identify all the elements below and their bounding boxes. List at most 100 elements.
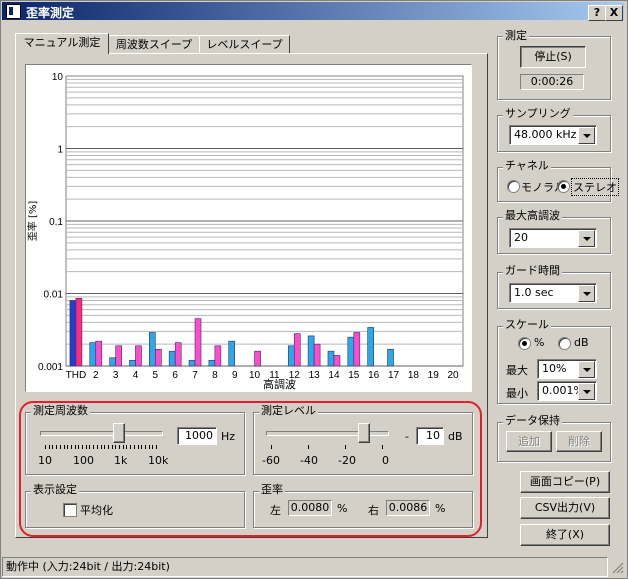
x-tick-label: 10 xyxy=(249,370,261,381)
percent-radio[interactable] xyxy=(518,337,531,350)
x-tick-label: 12 xyxy=(289,370,301,381)
bar-left-2 xyxy=(89,342,97,367)
scale-group-label: スケール xyxy=(503,318,551,331)
bar-left-14 xyxy=(327,350,335,367)
harmonics-chart: 1010.10.010.001歪率 [%]高調波THD 2 3 4 5 6 7 8 9 10 11 1… xyxy=(26,72,464,391)
chevron-down-icon[interactable] xyxy=(578,361,595,378)
copy-screen-button[interactable]: 画面コピー(P) xyxy=(520,471,610,493)
elapsed-time: 0:00:26 xyxy=(520,74,584,90)
scale-max-select[interactable]: 10% xyxy=(537,359,597,379)
y-tick-label: 0.1 xyxy=(49,217,63,228)
bar-left-4 xyxy=(129,359,136,367)
x-tick-label: 15 xyxy=(348,370,360,381)
close-button[interactable]: X xyxy=(605,5,623,21)
status-text: 動作中 (入力:24bit / 出力:24bit) xyxy=(6,560,170,573)
stereo-radio[interactable] xyxy=(557,180,570,193)
chevron-down-icon[interactable] xyxy=(578,127,595,144)
bar-left-13 xyxy=(307,335,315,367)
x-tick-label: 6 xyxy=(172,370,178,381)
bar-right-5 xyxy=(155,348,162,367)
chevron-down-icon[interactable] xyxy=(578,285,595,302)
bar-left-8 xyxy=(208,359,216,367)
x-tick-label: 11 xyxy=(269,370,280,381)
bar-right-2 xyxy=(95,340,103,367)
guard-select[interactable]: 1.0 sec xyxy=(509,283,597,303)
bar-left-15 xyxy=(347,336,355,367)
maxharm-value: 20 xyxy=(514,231,528,244)
tab-freq-sweep[interactable]: 周波数スイープ xyxy=(108,35,200,54)
bar-left-5 xyxy=(149,332,156,367)
x-tick-label: 7 xyxy=(192,370,198,381)
y-tick-label: 1 xyxy=(57,145,63,156)
scale-max-label: 最大 xyxy=(506,364,528,377)
bar-left-3 xyxy=(109,357,116,367)
x-tick-label: 14 xyxy=(328,370,340,381)
x-tick-label: 8 xyxy=(212,370,218,381)
add-button[interactable]: 追加 xyxy=(506,431,552,452)
db-radio[interactable] xyxy=(558,337,571,350)
x-tick-label: THD xyxy=(66,370,87,381)
y-tick-label: 0.001 xyxy=(38,362,63,373)
scale-min-label: 最小 xyxy=(506,387,528,400)
sampling-group-label: サンプリング xyxy=(503,107,573,120)
percent-label: % xyxy=(534,336,545,349)
resize-grip-icon[interactable] xyxy=(610,560,624,574)
y-tick-label: 10 xyxy=(52,72,64,83)
csv-export-button[interactable]: CSV出力(V) xyxy=(520,497,610,519)
delete-button[interactable]: 削除 xyxy=(556,431,602,452)
bar-right-4 xyxy=(135,345,142,367)
bar-right-15 xyxy=(353,332,361,367)
x-tick-label: 3 xyxy=(113,370,119,381)
x-tick-label: 19 xyxy=(428,370,440,381)
chevron-down-icon[interactable] xyxy=(578,383,595,400)
x-tick-label: 9 xyxy=(232,370,238,381)
bar-left-17 xyxy=(387,348,394,367)
measure-group-label: 測定 xyxy=(503,29,529,42)
bar-right-14 xyxy=(333,355,341,367)
x-tick-label: 2 xyxy=(93,370,99,381)
data-hold-group-label: データ保持 xyxy=(503,414,562,427)
scale-max-value: 10% xyxy=(542,362,567,375)
help-button[interactable]: ? xyxy=(588,5,606,21)
highlight-annotation xyxy=(19,401,482,537)
db-label: dB xyxy=(574,336,589,349)
bar-right-12 xyxy=(293,333,301,367)
bar-right-10 xyxy=(254,350,261,367)
status-bar: 動作中 (入力:24bit / 出力:24bit) xyxy=(2,557,608,577)
stereo-label: ステレオ xyxy=(571,178,619,196)
x-tick-label: 17 xyxy=(388,370,400,381)
y-axis-label: 歪率 [%] xyxy=(26,201,39,242)
bar-right-3 xyxy=(115,345,122,367)
x-tick-label: 5 xyxy=(153,370,159,381)
scale-min-select[interactable]: 0.001% xyxy=(537,381,597,401)
bar-left-7 xyxy=(188,359,196,367)
maxharm-group-label: 最大高調波 xyxy=(503,209,562,222)
guard-group-label: ガード時間 xyxy=(503,264,562,277)
bar-left-9 xyxy=(228,340,236,367)
x-tick-label: 13 xyxy=(309,370,321,381)
bar-left-12 xyxy=(287,345,295,367)
guard-value: 1.0 sec xyxy=(514,286,554,299)
title-bar: 歪率測定 ? X xyxy=(2,2,624,21)
x-tick-label: 16 xyxy=(368,370,380,381)
chevron-down-icon[interactable] xyxy=(578,230,595,247)
sampling-select[interactable]: 48.000 kHz xyxy=(509,125,597,145)
tab-level-sweep[interactable]: レベルスイープ xyxy=(199,35,290,54)
bar-right-13 xyxy=(313,343,321,367)
channel-group-label: チャネル xyxy=(503,159,551,172)
bar-right-THD xyxy=(75,297,83,367)
x-tick-label: 20 xyxy=(448,370,460,381)
resize-grip-svg xyxy=(612,562,624,574)
exit-button[interactable]: 終了(X) xyxy=(520,524,610,546)
bar-left-6 xyxy=(168,350,176,367)
x-tick-label: 18 xyxy=(408,370,420,381)
tab-manual[interactable]: マニュアル測定 xyxy=(15,33,109,54)
mono-radio[interactable] xyxy=(507,180,520,193)
y-tick-label: 0.01 xyxy=(44,290,64,301)
bar-right-8 xyxy=(214,345,222,367)
stop-button[interactable]: 停止(S) xyxy=(520,46,586,68)
bar-right-7 xyxy=(194,318,202,367)
maxharm-select[interactable]: 20 xyxy=(509,228,597,248)
x-tick-label: 4 xyxy=(133,370,139,381)
chart-area: 10 1 0.1 0.01 0.001 歪率 [%] 高調波 THD 2 3 4 5 6 7 8 9 10 11 1… xyxy=(25,64,472,392)
